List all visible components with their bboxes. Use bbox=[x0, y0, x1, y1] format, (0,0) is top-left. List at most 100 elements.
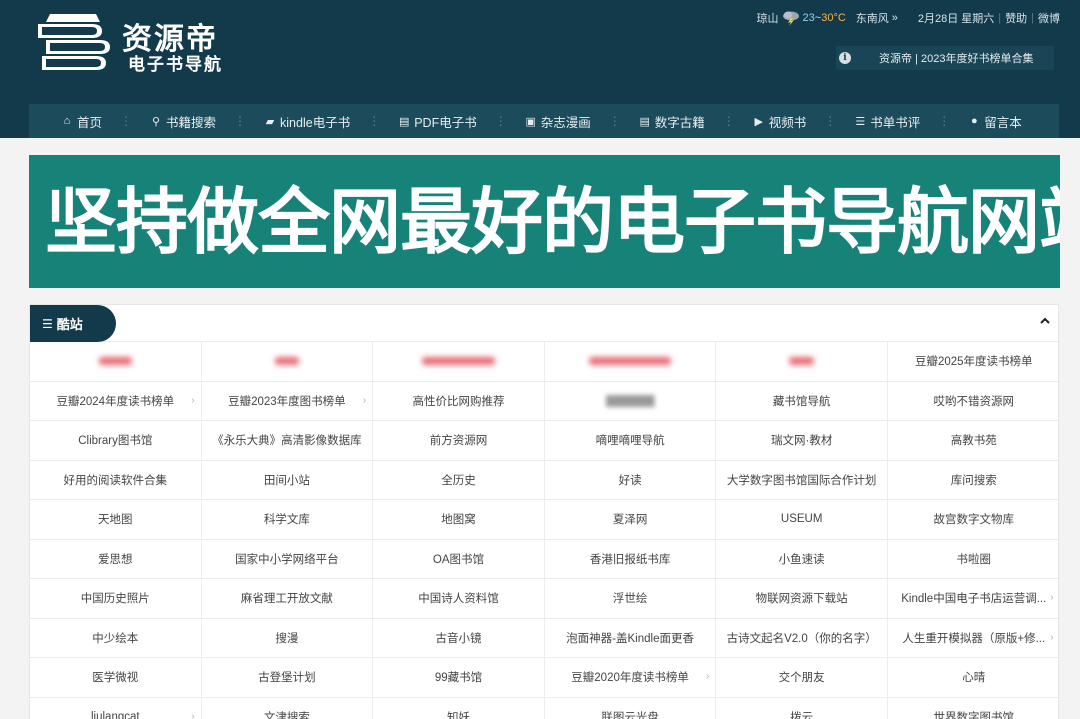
site-link[interactable]: █████████ bbox=[373, 342, 545, 382]
site-link[interactable]: 豆瓣2024年度读书榜单 › bbox=[30, 381, 202, 421]
nav-ancient-books[interactable]: ▤ 数字古籍 bbox=[639, 104, 705, 138]
site-link[interactable]: 泡面神器-盖Kindle面更香 bbox=[544, 618, 717, 658]
site-link[interactable]: 小鱼速读 bbox=[716, 539, 888, 579]
site-link[interactable]: 高教书苑 bbox=[887, 421, 1060, 461]
site-link[interactable]: 国家中小学网络平台 bbox=[201, 539, 374, 579]
nav-kindle[interactable]: ▰ kindle电子书 bbox=[264, 104, 350, 138]
weather-city[interactable]: 琼山 bbox=[757, 10, 779, 26]
topbar-separator: | bbox=[998, 12, 1002, 24]
site-link[interactable]: 高性价比网购推荐 bbox=[373, 381, 545, 421]
section-tab[interactable]: ☰ 酷站 bbox=[30, 305, 116, 342]
site-link[interactable]: 豆瓣2020年度读书榜单 › bbox=[544, 658, 717, 698]
site-link[interactable]: 豆瓣2025年度读书榜单 bbox=[887, 342, 1060, 382]
weather-more-link[interactable]: » bbox=[892, 12, 898, 24]
site-link-label: 知妖 bbox=[446, 711, 470, 719]
site-logo[interactable]: 资源帝 电子书导航 bbox=[36, 12, 236, 75]
nav-separator: ⋮ bbox=[120, 114, 133, 128]
site-link[interactable]: 前方资源网 bbox=[373, 421, 545, 461]
site-link[interactable]: Clibrary图书馆 bbox=[30, 421, 202, 461]
site-link[interactable]: 文津搜索 bbox=[202, 697, 374, 719]
site-link[interactable]: 哎哟不错资源网 bbox=[887, 382, 1060, 421]
site-link-label: 藏书馆导航 bbox=[772, 395, 831, 408]
site-link[interactable]: 《永乐大典》高清影像数据库 bbox=[201, 421, 374, 461]
site-link[interactable]: 嘀哩嘀哩导航 bbox=[544, 421, 717, 461]
wind-direction: 东南风 bbox=[855, 13, 889, 25]
site-link[interactable]: 医学微视 bbox=[30, 658, 202, 698]
site-link[interactable]: 古诗文起名V2.0（你的名字） bbox=[716, 618, 888, 658]
site-link[interactable]: 田间小站 bbox=[201, 460, 374, 500]
site-link[interactable]: 中国诗人资料馆 bbox=[373, 579, 545, 619]
site-link[interactable]: 故宫数字文物库 bbox=[887, 500, 1060, 540]
site-link-label: 古诗文起名V2.0（你的名字） bbox=[726, 632, 877, 645]
site-link[interactable]: ██████████ bbox=[544, 342, 717, 382]
site-link[interactable]: 古登堡计划 bbox=[201, 658, 374, 698]
site-link[interactable]: 夏泽网 bbox=[544, 500, 717, 540]
nav-magazine[interactable]: ▣ 杂志漫画 bbox=[525, 104, 591, 138]
site-link[interactable]: 交个朋友 bbox=[716, 658, 888, 698]
site-link[interactable]: OA图书馆 bbox=[373, 539, 545, 579]
home-icon: ⌂ bbox=[63, 115, 71, 127]
nav-pdf[interactable]: ▤ PDF电子书 bbox=[398, 104, 477, 138]
grid-row: 好用的阅读软件合集 田间小站 全历史 好读 大学数字图书馆国际合作计划 库问搜索 bbox=[30, 460, 1060, 500]
site-link[interactable]: 科学文库 bbox=[201, 500, 374, 540]
site-link[interactable]: 物联网资源下载站 bbox=[716, 579, 888, 619]
nav-guestbook[interactable]: ● 留言本 bbox=[968, 104, 1022, 138]
site-link[interactable]: 中国历史照片 bbox=[30, 579, 202, 619]
info-icon: i bbox=[839, 52, 851, 64]
site-link-label: 豆瓣2020年度读书榜单 bbox=[571, 672, 689, 685]
comments-icon: ● bbox=[970, 115, 978, 127]
site-link[interactable]: 99藏书馆 bbox=[373, 658, 545, 698]
current-weekday: 星期六 bbox=[961, 13, 995, 25]
site-link[interactable]: ██████ bbox=[544, 381, 717, 421]
site-link[interactable]: 好读 bbox=[544, 460, 717, 500]
nav-book-search[interactable]: ⚲ 书籍搜索 bbox=[150, 104, 216, 138]
site-link-label: liulangcat bbox=[91, 710, 140, 719]
site-link[interactable]: USEUM bbox=[716, 500, 888, 540]
chevron-right-icon: › bbox=[191, 394, 195, 406]
site-link[interactable]: 古音小镜 bbox=[373, 618, 545, 658]
site-link[interactable]: 爱思想 bbox=[30, 539, 202, 579]
site-link[interactable]: 天地图 bbox=[30, 500, 202, 540]
site-link[interactable]: 知妖 bbox=[373, 697, 545, 719]
site-link[interactable]: 麻省理工开放文献 bbox=[201, 579, 374, 619]
nav-label: 首页 bbox=[77, 115, 103, 130]
site-link[interactable]: 大学数字图书馆国际合作计划 bbox=[716, 460, 888, 500]
site-link[interactable]: 中少绘本 bbox=[30, 618, 202, 658]
site-link-label: 搜漫 bbox=[275, 632, 299, 645]
site-link[interactable]: 联图云光盘 bbox=[545, 697, 717, 719]
nav-home[interactable]: ⌂ 首页 bbox=[61, 104, 102, 138]
site-link[interactable]: 库问搜索 bbox=[887, 461, 1060, 500]
site-link[interactable]: ████ bbox=[30, 342, 202, 382]
notice-bar[interactable]: i 资源帝 | 2023年度好书榜单合集 bbox=[836, 46, 1054, 70]
promo-banner[interactable]: 坚持做全网最好的电子书导航网站 bbox=[29, 155, 1060, 288]
grid-row: 爱思想 国家中小学网络平台 OA图书馆 香港旧报纸书库 小鱼速读 书啦圈 bbox=[30, 539, 1060, 579]
site-link[interactable]: 香港旧报纸书库 bbox=[544, 539, 717, 579]
notice-text[interactable]: 资源帝 | 2023年度好书榜单合集 bbox=[879, 50, 1033, 66]
site-link[interactable]: 瑞文网·教材 bbox=[716, 421, 888, 461]
chevron-right-icon: › bbox=[1050, 631, 1054, 643]
site-link-label: USEUM bbox=[780, 513, 823, 526]
donate-link[interactable]: 赞助 bbox=[1005, 10, 1027, 26]
chevron-up-icon[interactable] bbox=[1038, 315, 1052, 329]
site-link[interactable]: 豆瓣2023年度图书榜单 › bbox=[201, 381, 374, 421]
site-link[interactable]: 搜漫 bbox=[201, 618, 374, 658]
site-link[interactable]: 地图窝 bbox=[373, 500, 545, 540]
site-link[interactable]: ███ bbox=[716, 342, 888, 382]
site-link[interactable]: 拨云 bbox=[716, 697, 888, 719]
site-link[interactable]: Kindle中国电子书店运营调... › bbox=[887, 579, 1060, 619]
site-link[interactable]: 全历史 bbox=[373, 460, 545, 500]
site-link[interactable]: 人生重开模拟器（原版+修... › bbox=[887, 619, 1060, 658]
site-link[interactable]: 藏书馆导航 bbox=[716, 381, 888, 421]
nav-book-lists[interactable]: ☰ 书单书评 bbox=[854, 104, 920, 138]
weibo-link[interactable]: 微博 bbox=[1038, 10, 1060, 26]
site-link[interactable]: 好用的阅读软件合集 bbox=[30, 460, 202, 500]
site-link[interactable]: 书啦圈 bbox=[887, 540, 1060, 579]
site-link-label: OA图书馆 bbox=[432, 553, 485, 566]
site-link[interactable]: 心晴 bbox=[887, 658, 1060, 698]
site-link[interactable]: liulangcat › bbox=[30, 697, 202, 719]
site-link[interactable]: 世界数字图书馆 bbox=[888, 698, 1060, 719]
site-link[interactable]: 浮世绘 bbox=[544, 579, 717, 619]
nav-video-books[interactable]: ▶ 视频书 bbox=[753, 104, 807, 138]
nav-separator: ⋮ bbox=[608, 114, 621, 128]
site-link[interactable]: ███ bbox=[201, 342, 374, 382]
